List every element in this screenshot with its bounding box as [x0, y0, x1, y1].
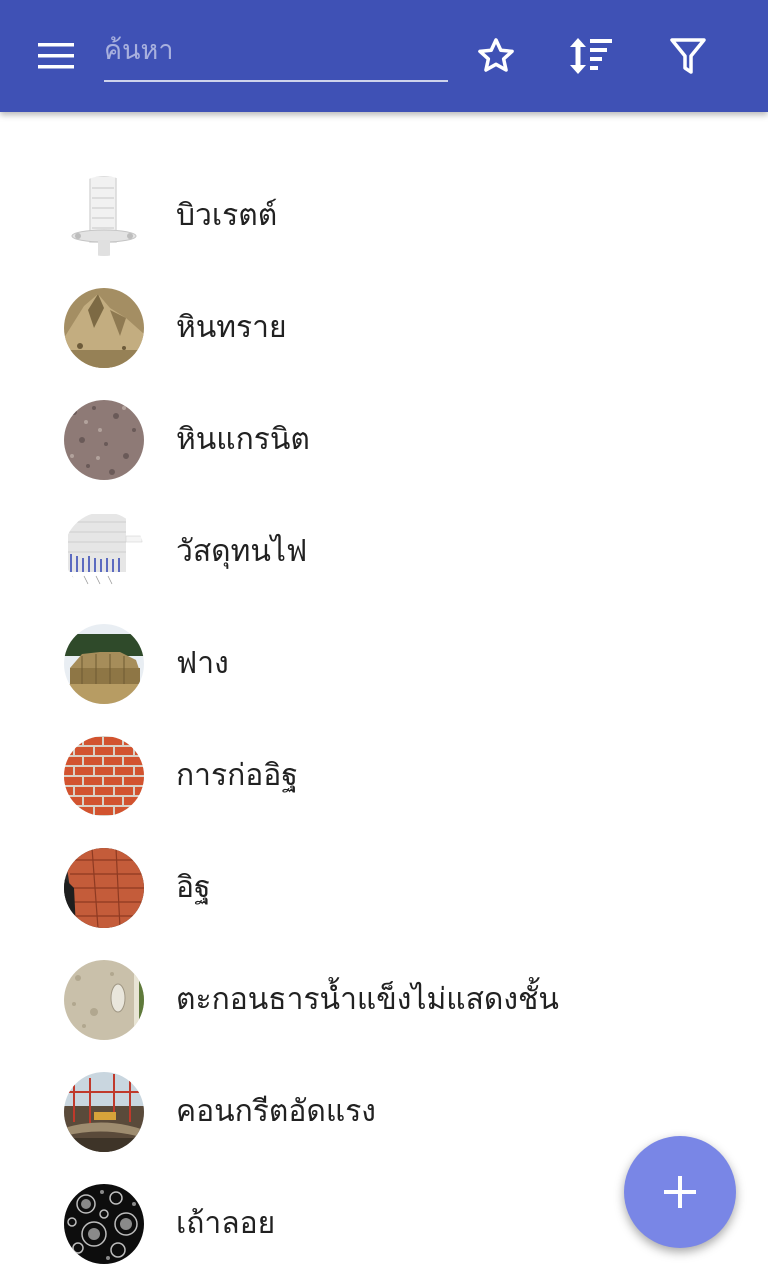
list-item[interactable]: อิฐ: [0, 832, 768, 944]
item-label: การก่ออิฐ: [176, 758, 298, 793]
item-thumbnail: [64, 624, 144, 704]
item-label: วัสดุทนไฟ: [176, 534, 308, 569]
item-thumbnail: [64, 288, 144, 368]
list-item[interactable]: บิวเรตต์: [0, 160, 768, 272]
search-field: [104, 22, 448, 82]
menu-icon: [38, 43, 74, 69]
list-item[interactable]: ฟาง: [0, 608, 768, 720]
item-thumbnail: [64, 736, 144, 816]
sort-icon: [570, 38, 612, 74]
item-label: คอนกรีตอัดแรง: [176, 1094, 376, 1129]
star-outline-icon: [478, 38, 514, 72]
app-bar: [0, 0, 768, 112]
sort-button[interactable]: [563, 28, 619, 84]
menu-button[interactable]: [20, 30, 92, 82]
list-item[interactable]: วัสดุทนไฟ: [0, 496, 768, 608]
add-button[interactable]: [624, 1136, 736, 1248]
plus-icon: [664, 1176, 696, 1208]
item-label: อิฐ: [176, 870, 211, 905]
list-item[interactable]: การก่ออิฐ: [0, 720, 768, 832]
item-thumbnail: [64, 400, 144, 480]
item-label: ตะกอนธารน้ำแข็งไม่แสดงชั้น: [176, 982, 559, 1017]
search-input[interactable]: [104, 22, 448, 78]
item-label: หินแกรนิต: [176, 422, 310, 457]
item-thumbnail: [64, 512, 144, 592]
item-label: หินทราย: [176, 310, 287, 345]
item-thumbnail: [64, 848, 144, 928]
list-item[interactable]: หินทราย: [0, 272, 768, 384]
item-label: เถ้าลอย: [176, 1206, 276, 1241]
item-thumbnail: [64, 1072, 144, 1152]
favorites-button[interactable]: [468, 28, 524, 84]
item-list: บิวเรตต์ หินทราย หินแกรนิต วัสดุทนไฟ ฟาง…: [0, 160, 768, 1280]
filter-icon: [670, 38, 706, 74]
item-thumbnail: [64, 1184, 144, 1264]
item-thumbnail: [64, 176, 144, 256]
item-label: บิวเรตต์: [176, 198, 278, 233]
filter-button[interactable]: [660, 28, 716, 84]
list-item[interactable]: ตะกอนธารน้ำแข็งไม่แสดงชั้น: [0, 944, 768, 1056]
item-label: ฟาง: [176, 646, 229, 681]
list-item[interactable]: หินแกรนิต: [0, 384, 768, 496]
item-thumbnail: [64, 960, 144, 1040]
